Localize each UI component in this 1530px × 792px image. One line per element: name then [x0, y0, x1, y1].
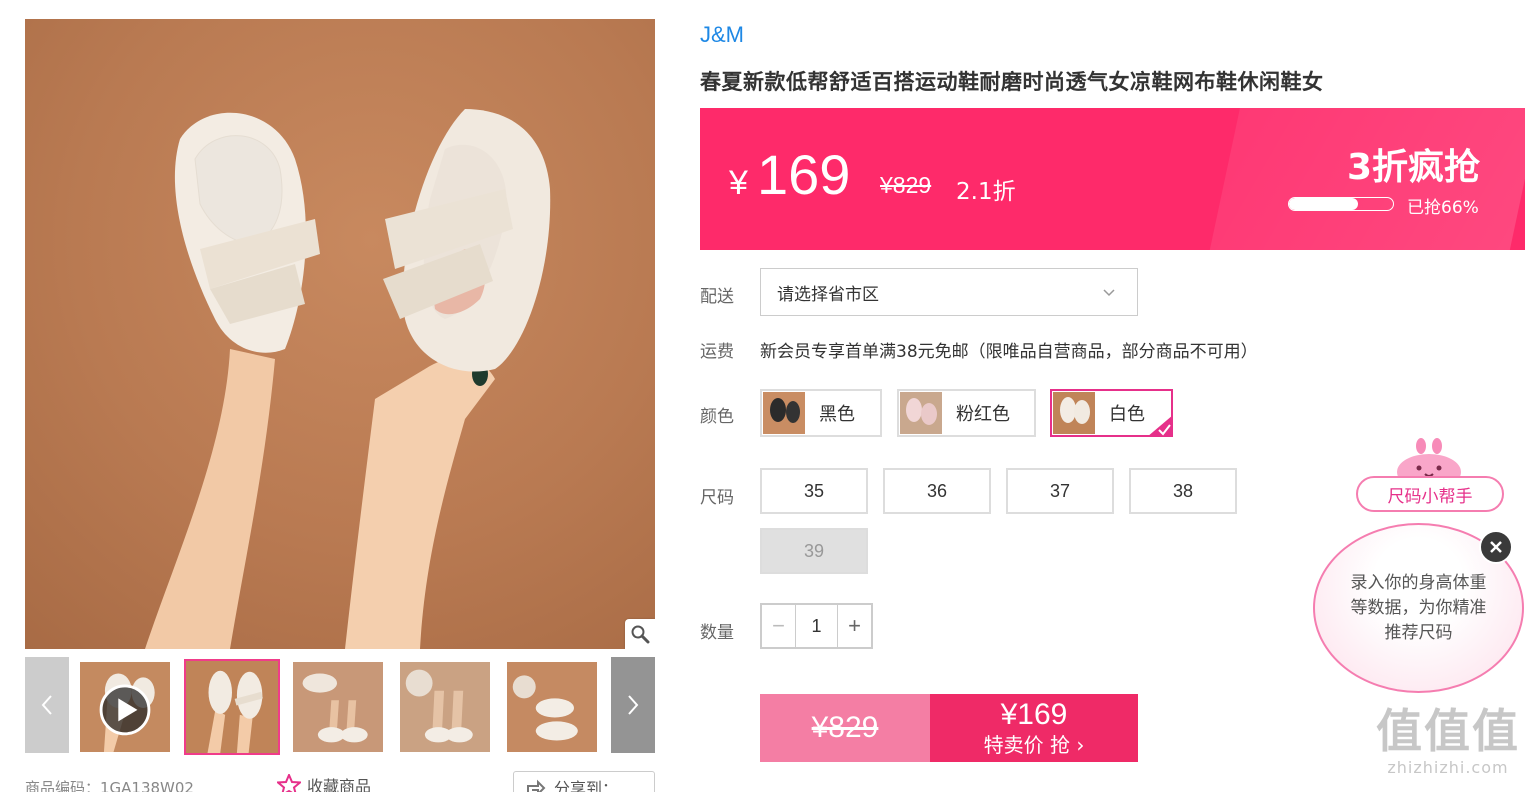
share-label: 分享到： — [554, 779, 619, 792]
buy-sale-price: ¥169 — [1000, 698, 1068, 731]
main-product-image[interactable] — [25, 19, 655, 649]
thumbnail-image — [80, 662, 170, 752]
region-select-placeholder: 请选择省市区 — [777, 284, 879, 305]
chevron-down-icon — [1103, 289, 1115, 297]
buy-now-button[interactable]: ¥829 ¥169 特卖价 抢 › — [760, 694, 1138, 762]
sold-progress-bar — [1288, 197, 1394, 211]
buy-sale-section[interactable]: ¥169 特卖价 抢 › — [930, 694, 1138, 762]
close-icon — [1490, 541, 1502, 553]
color-swatch-image — [763, 392, 805, 434]
favorite-label: 收藏商品 — [307, 777, 372, 792]
thumbnail-image — [186, 661, 278, 753]
product-code: 商品编码：1GA138W02 — [25, 779, 194, 792]
sold-progress-fill — [1289, 198, 1358, 210]
chevron-left-icon — [41, 695, 52, 715]
thumbnail-image — [400, 662, 490, 752]
buy-original-price-section: ¥829 — [760, 694, 930, 762]
shipping-label: 运费 — [700, 342, 734, 362]
thumbnail-video[interactable] — [78, 660, 172, 754]
size-option-39: 39 — [760, 528, 868, 574]
quantity-input[interactable]: 1 — [796, 605, 837, 647]
quantity-decrease-button[interactable]: − — [762, 605, 796, 647]
currency-symbol: ¥ — [729, 164, 748, 202]
thumbnail-detail-1[interactable] — [291, 660, 385, 754]
selected-check-icon — [1147, 415, 1173, 437]
size-option-36[interactable]: 36 — [883, 468, 991, 514]
sale-price: 169 — [757, 143, 851, 206]
watermark-url: zhizhizhi.com — [1387, 758, 1509, 777]
thumbnail-strip — [25, 657, 655, 757]
delivery-label: 配送 — [700, 287, 734, 307]
discount-rate: 2.1折 — [956, 179, 1016, 205]
product-meta-row: 商品编码：1GA138W02 收藏商品 分享到： — [25, 771, 655, 792]
star-icon — [277, 774, 301, 792]
size-option-35[interactable]: 35 — [760, 468, 868, 514]
price-banner: ¥ 169 ¥829 2.1折 3折疯抢 已抢66% — [700, 108, 1525, 250]
color-swatch-image — [900, 392, 942, 434]
thumbnail-detail-3[interactable] — [505, 660, 599, 754]
brand-link[interactable]: J&M — [700, 22, 744, 48]
share-icon — [527, 779, 546, 792]
size-label: 尺码 — [700, 488, 734, 508]
quantity-label: 数量 — [700, 623, 734, 643]
product-title: 春夏新款低帮舒适百搭运动鞋耐磨时尚透气女凉鞋网布鞋休闲鞋女 — [700, 70, 1324, 94]
color-label: 颜色 — [700, 407, 734, 427]
thumb-next-button[interactable] — [611, 657, 655, 753]
size-option-38[interactable]: 38 — [1129, 468, 1237, 514]
color-option-white[interactable]: 白色 — [1050, 389, 1173, 437]
zoom-button[interactable] — [625, 619, 655, 649]
size-helper-close-button[interactable] — [1479, 530, 1513, 564]
color-option-black[interactable]: 黑色 — [760, 389, 882, 437]
size-helper-button[interactable]: 尺码小帮手 — [1356, 476, 1504, 512]
favorite-button[interactable]: 收藏商品 — [277, 773, 371, 792]
watermark-logo: 值值值 — [1376, 704, 1520, 758]
chevron-right-icon — [628, 695, 639, 715]
color-option-label: 黑色 — [819, 404, 855, 425]
thumbnail-image — [293, 662, 383, 752]
buy-action-label: 特卖价 抢 › — [983, 733, 1085, 757]
shipping-info: 新会员专享首单满38元免邮（限唯品自营商品，部分商品不可用） — [760, 342, 1258, 362]
color-option-label: 粉红色 — [956, 404, 1010, 425]
region-select[interactable]: 请选择省市区 — [760, 268, 1138, 316]
thumb-prev-button[interactable] — [25, 657, 69, 753]
product-photo — [145, 109, 551, 649]
watermark: 值值值 zhizhizhi.com — [1376, 704, 1520, 777]
share-button[interactable]: 分享到： — [513, 771, 655, 792]
thumbnail-main[interactable] — [184, 659, 280, 755]
thumbnail-image — [507, 662, 597, 752]
color-option-label: 白色 — [1109, 404, 1145, 425]
thumbnail-detail-2[interactable] — [398, 660, 492, 754]
quantity-stepper: − 1 + — [760, 603, 873, 649]
flash-sale-label: 3折疯抢 — [1346, 147, 1480, 188]
buy-original-price: ¥829 — [811, 711, 879, 744]
size-helper-text: 录入你的身高体重等数据，为你精准推荐尺码 — [1350, 572, 1487, 643]
magnifier-icon — [631, 625, 650, 644]
quantity-increase-button[interactable]: + — [837, 605, 871, 647]
color-swatch-image — [1053, 392, 1095, 434]
size-option-37[interactable]: 37 — [1006, 468, 1114, 514]
original-price: ¥829 — [880, 172, 932, 198]
color-option-pink[interactable]: 粉红色 — [897, 389, 1036, 437]
sold-percentage: 已抢66% — [1407, 198, 1479, 218]
